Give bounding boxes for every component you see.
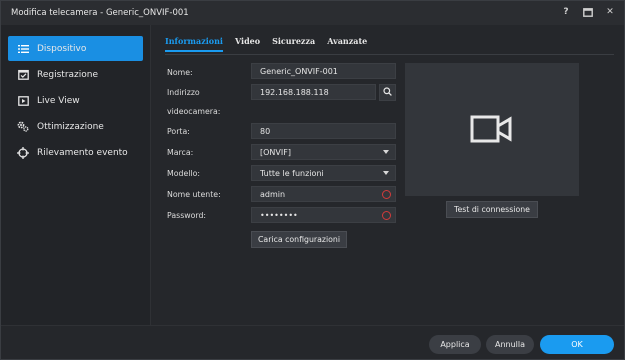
name-label: Nome: [167,68,193,77]
port-field[interactable]: 80 [251,123,396,139]
search-address-button[interactable] [379,84,396,101]
load-config-button[interactable]: Carica configurazioni [251,231,347,248]
password-field[interactable]: •••••••• [251,207,396,223]
model-value: Tutte le funzioni [260,168,324,178]
maximize-icon[interactable] [582,6,594,18]
window-title: Modifica telecamera - Generic_ONVIF-001 [11,8,189,18]
camera-address-field[interactable]: 192.168.188.118 [251,84,376,100]
close-icon[interactable]: ✕ [604,6,616,18]
cancel-button[interactable]: Annulla [486,335,534,354]
title-bar: Modifica telecamera - Generic_ONVIF-001 … [1,1,624,25]
username-field[interactable]: admin [251,186,396,202]
password-value: •••••••• [260,210,298,220]
list-icon [17,43,29,55]
gears-icon [17,121,29,133]
tab-divider [165,54,614,55]
sidebar-item-rilevamento-evento[interactable]: Rilevamento evento [8,140,143,165]
warning-icon [382,211,391,220]
tab-sicurezza[interactable]: Sicurezza [272,36,315,52]
test-connection-button[interactable]: Test di connessione [446,201,538,218]
model-select[interactable]: Tutte le funzioni [251,165,396,181]
username-value: admin [260,189,286,199]
chevron-down-icon [383,150,389,154]
sidebar-item-label: Rilevamento evento [37,147,128,158]
video-camera-icon [470,113,514,147]
brand-label: Marca: [167,148,194,157]
warning-icon [382,190,391,199]
tab-avanzate[interactable]: Avanzate [327,36,367,52]
chevron-down-icon [383,171,389,175]
sidebar-item-label: Ottimizzazione [37,121,104,132]
title-bar-controls: ? ✕ [560,6,616,18]
edit-camera-dialog: Modifica telecamera - Generic_ONVIF-001 … [0,0,625,360]
username-label: Nome utente: [167,190,221,199]
sidebar-item-ottimizzazione[interactable]: Ottimizzazione [8,114,143,139]
play-icon [17,95,29,107]
port-value: 80 [260,126,271,136]
sidebar-item-registrazione[interactable]: Registrazione [8,62,143,87]
sidebar: Dispositivo Registrazione Live View Otti… [1,25,151,325]
sidebar-item-label: Dispositivo [37,43,87,54]
ok-button[interactable]: OK [540,335,614,354]
name-value: Generic_ONVIF-001 [260,66,338,76]
model-label: Modello: [167,169,200,178]
brand-value: [ONVIF] [260,147,291,157]
port-label: Porta: [167,127,190,136]
sidebar-item-label: Live View [37,95,80,106]
tab-informazioni[interactable]: Informazioni [165,36,223,52]
sidebar-item-dispositivo[interactable]: Dispositivo [8,36,143,61]
search-icon [383,87,392,98]
tab-video[interactable]: Video [235,36,260,52]
password-label: Password: [167,211,207,220]
address-value: 192.168.188.118 [260,87,329,97]
name-field[interactable]: Generic_ONVIF-001 [251,63,396,79]
help-icon[interactable]: ? [560,6,572,18]
camera-preview [405,63,579,196]
crosshair-icon [17,146,29,159]
address-label-line1: Indirizzo [167,88,200,97]
tab-bar: Informazioni Video Sicurezza Avanzate [165,36,367,52]
apply-button[interactable]: Applica [429,335,481,354]
sidebar-item-live-view[interactable]: Live View [8,88,143,113]
address-label-line2: videocamera: [167,107,221,116]
calendar-icon [17,69,29,81]
sidebar-item-label: Registrazione [37,69,99,80]
brand-select[interactable]: [ONVIF] [251,144,396,160]
